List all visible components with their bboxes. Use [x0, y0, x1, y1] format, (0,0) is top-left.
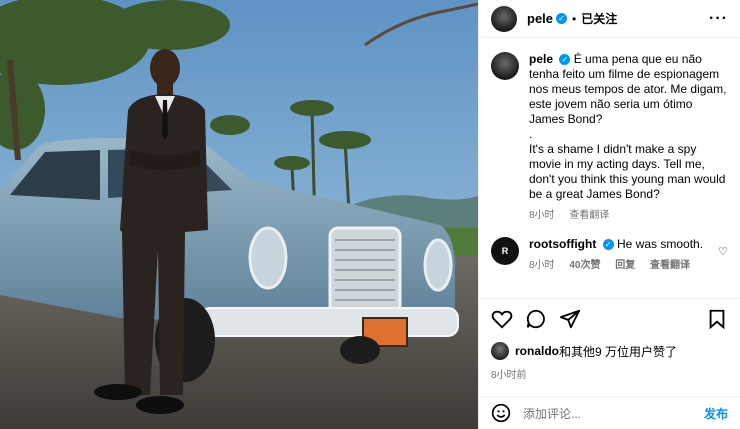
caption-time: 8小时	[529, 210, 555, 221]
see-translation-link[interactable]: 查看翻译	[569, 210, 609, 221]
comment-input[interactable]: 添加评论...	[523, 405, 581, 422]
more-icon[interactable]: ···	[709, 10, 728, 28]
bookmark-icon[interactable]	[706, 308, 728, 330]
comment-likes[interactable]: 40次赞	[569, 260, 600, 271]
avatar[interactable]	[491, 5, 517, 32]
comments-list[interactable]: pele ✓ É uma pena que eu não tenha feito…	[479, 38, 740, 296]
comment-username[interactable]: rootsoffight	[529, 237, 596, 251]
avatar[interactable]	[491, 52, 519, 80]
emoji-icon[interactable]	[491, 403, 511, 423]
comment-item: R rootsoffight ✓ He was smooth. 8小时 40次赞…	[479, 223, 740, 273]
post-image[interactable]	[0, 0, 478, 429]
heart-icon[interactable]	[491, 308, 513, 330]
add-comment-bar: 添加评论... 发布	[479, 396, 740, 429]
comment-icon[interactable]	[525, 308, 547, 330]
comment-time: 8小时	[529, 260, 555, 271]
avatar-initial: R	[501, 246, 509, 256]
likes-summary[interactable]: ronaldo 和其他9 万位用户赞了	[491, 342, 677, 360]
action-bar	[479, 298, 740, 338]
avatar	[491, 342, 509, 360]
share-icon[interactable]	[559, 308, 581, 330]
see-translation-link[interactable]: 查看翻译	[650, 260, 690, 271]
caption-meta: 8小时 查看翻译	[529, 208, 728, 223]
post-header: pele ✓ • 已关注 ···	[479, 0, 740, 38]
reply-button[interactable]: 回复	[615, 260, 635, 271]
separator: •	[572, 11, 577, 26]
follow-button[interactable]: 已关注	[581, 10, 617, 27]
post-timestamp: 8小时前	[491, 370, 527, 381]
post-panel: pele ✓ • 已关注 ··· pele ✓ É uma pena que e…	[478, 0, 740, 429]
post-username[interactable]: pele	[527, 11, 553, 26]
caption-text: É uma pena que eu não tenha feito um fil…	[529, 52, 727, 201]
comment-text: He was smooth.	[617, 237, 704, 251]
caption-comment: pele ✓ É uma pena que eu não tenha feito…	[479, 38, 740, 223]
verified-icon: ✓	[556, 13, 568, 24]
comment-like-icon[interactable]: ♡	[718, 245, 728, 273]
caption-username[interactable]: pele	[529, 52, 553, 66]
likes-rest[interactable]: 和其他9 万位用户赞了	[559, 343, 677, 360]
likes-user[interactable]: ronaldo	[515, 344, 559, 358]
post-button[interactable]: 发布	[704, 405, 728, 422]
comment-meta: 8小时 40次赞 回复 查看翻译	[529, 258, 712, 273]
avatar[interactable]: R	[491, 237, 519, 265]
verified-icon: ✓	[602, 239, 614, 251]
pele-car-photo	[0, 0, 478, 429]
verified-icon: ✓	[559, 54, 571, 66]
